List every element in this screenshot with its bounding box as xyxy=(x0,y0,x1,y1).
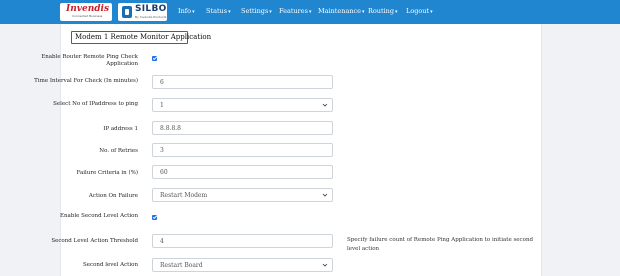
top-navbar: Invendis Connected Business SILBO By Inv… xyxy=(0,0,620,24)
threshold-hint: Specify failure count of Remote Ping App… xyxy=(347,237,534,252)
page-title-box: Modem 1 Remote Monitor Application xyxy=(71,31,211,44)
nav-menu-label: Settings xyxy=(241,7,269,15)
retries-value: 3 xyxy=(160,147,164,154)
caret-down-icon: ▾ xyxy=(362,9,365,15)
interval-label: Time Interval For Check (In minutes) xyxy=(34,78,138,84)
enable-ping-checkbox[interactable] xyxy=(152,56,157,61)
enable-second-checkbox[interactable] xyxy=(152,215,157,220)
action-value: Restart Modem xyxy=(160,192,208,199)
silbo-logo-text: SILBO xyxy=(135,4,167,14)
nav-menu-info[interactable]: Info▾ xyxy=(178,7,195,15)
threshold-label: Second Level Action Threshold xyxy=(51,238,138,244)
page-title: Modem 1 Remote Monitor Application xyxy=(75,33,212,41)
action-label: Action On Failure xyxy=(88,193,138,199)
nav-menu-settings[interactable]: Settings▾ xyxy=(241,7,272,15)
silbo-logo-tagline: By Invendis Products xyxy=(135,15,167,19)
enable-ping-label: Enable Router Remote Ping Check Applicat… xyxy=(41,54,138,67)
threshold-input[interactable]: 4 xyxy=(152,234,333,248)
chevron-down-icon xyxy=(322,193,328,197)
interval-input[interactable]: 6 xyxy=(152,75,333,89)
second-action-value: Restart Board xyxy=(160,262,203,269)
chevron-down-icon xyxy=(322,263,328,267)
action-select[interactable]: Restart Modem xyxy=(152,188,333,202)
nav-menu-label: Logout xyxy=(406,7,430,15)
nav-menu-logout[interactable]: Logout▾ xyxy=(406,7,433,15)
caret-down-icon: ▾ xyxy=(308,9,312,15)
caret-down-icon: ▾ xyxy=(395,9,398,15)
caret-down-icon: ▾ xyxy=(228,9,231,15)
nav-menu-label: Info xyxy=(178,7,192,15)
nav-menu-label: Maintenance xyxy=(318,7,361,15)
nav-menu-routing[interactable]: Routing▾ xyxy=(368,7,398,15)
nav-menu-label: Status xyxy=(206,7,228,15)
ip-count-label: Select No of IPaddress to ping xyxy=(53,101,138,107)
retries-input[interactable]: 3 xyxy=(152,143,333,157)
invendis-logo[interactable]: Invendis Connected Business xyxy=(60,3,112,21)
ip1-value: 8.8.8.8 xyxy=(160,125,181,132)
threshold-value: 4 xyxy=(160,238,164,245)
retries-label: No. of Retries xyxy=(99,148,138,154)
second-action-select[interactable]: Restart Board xyxy=(152,258,333,272)
enable-second-label: Enable Second Level Action xyxy=(60,213,138,219)
failure-value: 60 xyxy=(160,169,168,176)
caret-down-icon: ▾ xyxy=(269,9,272,15)
ip-count-select[interactable]: 1 xyxy=(152,98,333,112)
ip-count-value: 1 xyxy=(160,102,164,109)
nav-menu-status[interactable]: Status▾ xyxy=(206,7,231,15)
invendis-logo-text: Invendis xyxy=(66,4,110,14)
interval-value: 6 xyxy=(160,79,164,86)
chevron-down-icon xyxy=(322,103,328,107)
nav-menu-maintenance[interactable]: Maintenance▾ xyxy=(318,7,365,15)
ip1-label: IP address 1 xyxy=(103,126,138,132)
silbo-logo[interactable]: SILBO By Invendis Products xyxy=(118,3,167,21)
second-action-label: Second level Action xyxy=(83,262,138,268)
failure-input[interactable]: 60 xyxy=(152,165,333,179)
caret-down-icon: ▾ xyxy=(430,9,433,15)
nav-menu-label: Features xyxy=(279,7,308,15)
ip1-input[interactable]: 8.8.8.8 xyxy=(152,121,333,135)
caret-down-icon: ▾ xyxy=(192,9,195,15)
invendis-logo-tagline: Connected Business xyxy=(72,14,103,18)
failure-label: Failure Criteria in (%) xyxy=(76,170,138,176)
silbo-logo-icon xyxy=(122,6,132,18)
nav-menu-label: Routing xyxy=(368,7,395,15)
nav-menu-features[interactable]: Features▾ xyxy=(279,7,311,15)
